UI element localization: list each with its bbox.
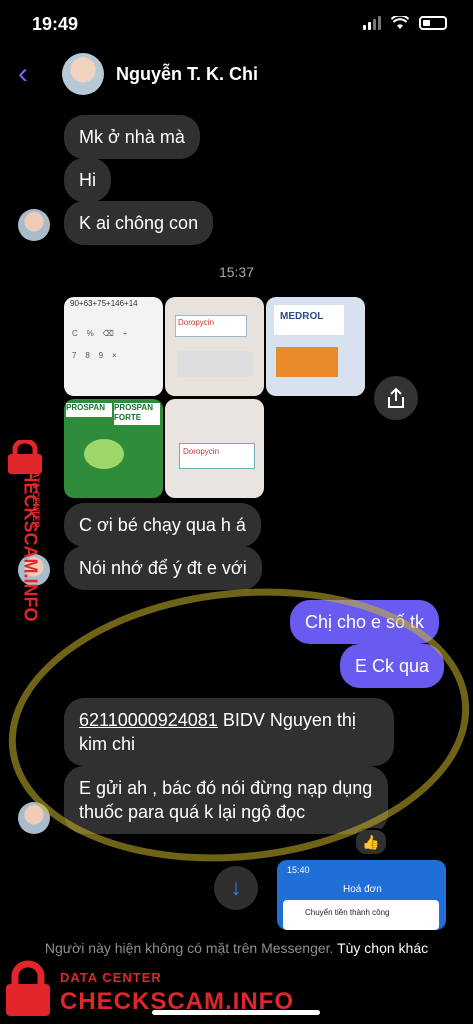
photo-doropycin-box[interactable]: Doropycin [165,399,264,498]
photo-receipt-preview[interactable]: 15:40 Hoá đơn Chuyển tiền thành công [277,860,446,930]
message-incoming[interactable]: Nói nhớ để ý đt e với [64,546,262,590]
contact-name[interactable]: Nguyễn T. K. Chi [116,64,258,85]
message-incoming[interactable]: Mk ở nhà mà [64,115,200,159]
message-incoming[interactable]: C ơi bé chạy qua h á [64,503,261,547]
battery-icon [419,16,447,30]
photo-doropycin-tablets[interactable]: Doropycin [165,297,264,396]
watermark-bottom-top: DATA CENTER [60,970,162,985]
wifi-icon [391,16,409,29]
photo-calculator[interactable]: 90+63+75+146+14 C % ⌫ ÷ 7 8 9 × [64,297,163,396]
contact-avatar[interactable] [62,53,104,95]
offline-notice: Người này hiện không có mặt trên Messeng… [0,938,473,958]
back-chevron-icon[interactable]: ‹ [18,59,28,89]
chat-header: ‹ Nguyễn T. K. Chi [0,50,473,102]
watermark-side: CHECKSCAM.INFO DATA CENTER [0,440,56,670]
photo-prospan[interactable]: PROSPAN PROSPAN FORTE [64,399,163,498]
status-icons [363,16,447,30]
more-options-link[interactable]: Tùy chọn khác [337,940,428,956]
share-icon [388,387,404,408]
timestamp: 15:37 [218,264,255,280]
arrow-down-icon: ↓ [230,875,242,900]
message-incoming[interactable]: Hi [64,158,111,202]
home-indicator [152,1010,320,1015]
notice-text: Người này hiện không có mặt trên Messeng… [44,940,334,956]
watermark-side-top: DATA CENTER [31,465,41,528]
sender-avatar [18,209,50,241]
lock-icon [6,960,50,1016]
photo-medrol[interactable]: MEDROL [266,297,365,396]
message-incoming[interactable]: K ai chông con [64,201,214,245]
status-time: 19:49 [32,14,79,34]
share-button[interactable] [374,376,418,420]
signal-icon [363,16,381,30]
scroll-down-button[interactable]: ↓ [214,866,258,910]
status-bar: 19:49 [0,0,473,50]
